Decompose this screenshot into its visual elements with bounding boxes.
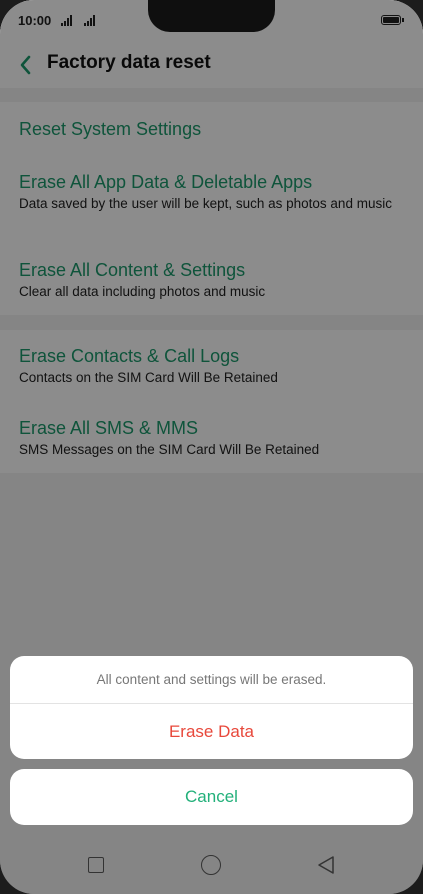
home-icon[interactable] <box>201 855 221 875</box>
cancel-sheet: Cancel <box>10 769 413 825</box>
navigation-bar <box>0 836 423 894</box>
erase-confirm-dialog: All content and settings will be erased.… <box>10 656 413 759</box>
cancel-button[interactable]: Cancel <box>10 769 413 825</box>
phone-screen: 10:00 Factory data reset Reset System Se… <box>0 0 423 894</box>
recent-apps-icon[interactable] <box>88 857 104 873</box>
erase-data-button[interactable]: Erase Data <box>10 704 413 759</box>
modal-overlay[interactable] <box>0 0 423 894</box>
back-icon[interactable] <box>316 855 336 875</box>
dialog-message: All content and settings will be erased. <box>10 656 413 704</box>
